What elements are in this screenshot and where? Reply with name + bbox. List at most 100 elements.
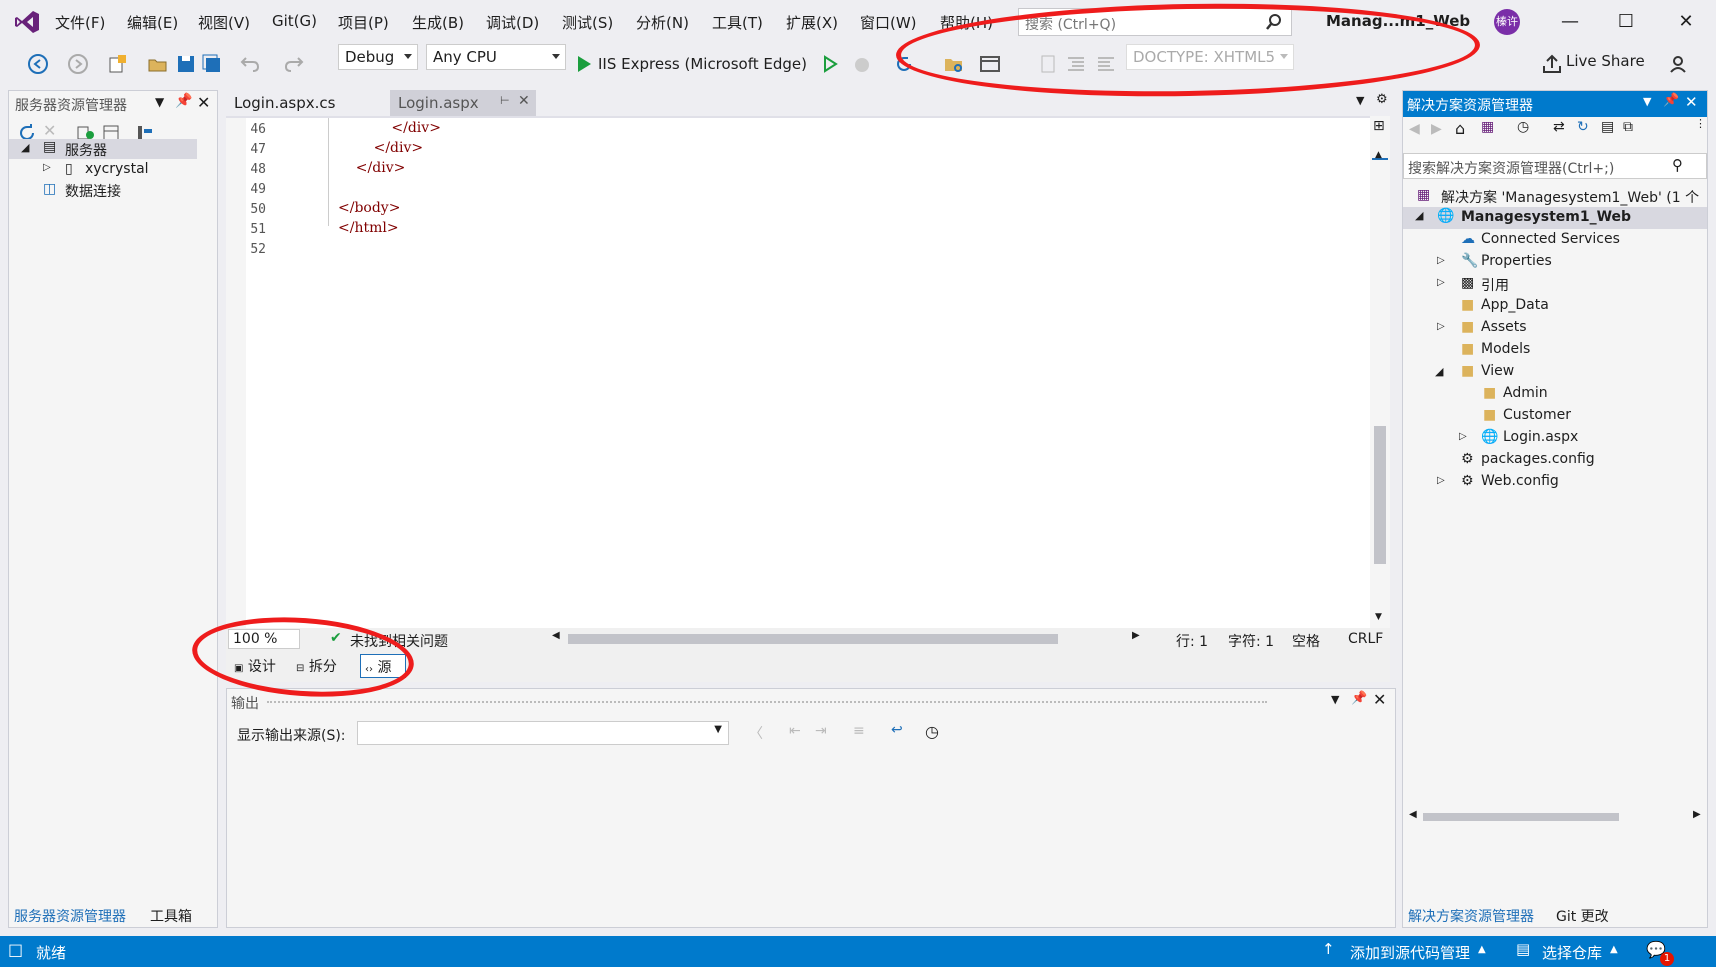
tree-item-assets[interactable]: Assets bbox=[1481, 319, 1527, 335]
tree-item-web-config[interactable]: Web.config bbox=[1481, 473, 1559, 489]
panel-menu-icon[interactable]: ▼ bbox=[1331, 693, 1339, 706]
menu-test[interactable]: 测试(S) bbox=[562, 12, 613, 33]
menu-build[interactable]: 生成(B) bbox=[412, 12, 464, 33]
tree-item-data-connections[interactable]: 数据连接 bbox=[65, 181, 121, 201]
menu-extensions[interactable]: 扩展(X) bbox=[786, 12, 838, 33]
browser-link-icon[interactable] bbox=[978, 52, 1002, 76]
play-icon[interactable] bbox=[572, 52, 596, 76]
close-panel-icon[interactable]: ✕ bbox=[1685, 93, 1698, 111]
menu-file[interactable]: 文件(F) bbox=[55, 12, 105, 33]
tab-git-changes[interactable]: Git 更改 bbox=[1556, 906, 1609, 926]
pin-icon[interactable]: 📌 bbox=[1351, 691, 1367, 706]
pin-icon[interactable]: 📌 bbox=[1663, 93, 1679, 108]
avatar[interactable]: 榛许 bbox=[1494, 9, 1520, 35]
whitespace-indicator[interactable]: 空格 bbox=[1292, 631, 1320, 651]
clock-icon[interactable]: ◷ bbox=[925, 722, 939, 741]
settings-gear-icon[interactable]: ⚙ bbox=[1376, 92, 1388, 107]
undo-icon[interactable] bbox=[238, 52, 262, 76]
live-share-button[interactable]: Live Share bbox=[1566, 52, 1645, 70]
tree-item-connected-services[interactable]: Connected Services bbox=[1481, 231, 1620, 247]
prev-message-icon[interactable]: ⇤ bbox=[789, 723, 801, 739]
menu-tools[interactable]: 工具(T) bbox=[712, 12, 763, 33]
tree-item-servers[interactable]: 服务器 bbox=[65, 140, 107, 160]
outdent-icon[interactable] bbox=[1094, 52, 1118, 76]
browse-folder-icon[interactable] bbox=[942, 52, 966, 76]
open-file-icon[interactable] bbox=[146, 52, 170, 76]
tab-toolbox[interactable]: 工具箱 bbox=[150, 906, 192, 926]
tree-item-admin[interactable]: Admin bbox=[1503, 385, 1548, 401]
design-view-tab[interactable]: ▣ 设计 bbox=[234, 656, 276, 676]
indent-icon[interactable] bbox=[1064, 52, 1088, 76]
refresh-browser-icon[interactable] bbox=[892, 52, 916, 76]
pending-changes-icon[interactable]: ◷ bbox=[1517, 119, 1529, 135]
tree-item-app-data[interactable]: App_Data bbox=[1481, 297, 1549, 313]
collapse-arrow-icon[interactable]: ▷ bbox=[1437, 277, 1445, 288]
tab-login-aspx[interactable]: Login.aspx ⊢ ✕ bbox=[390, 90, 536, 116]
next-message-icon[interactable]: ⇥ bbox=[815, 723, 827, 739]
format-doc-icon[interactable] bbox=[1036, 52, 1060, 76]
scroll-left-icon[interactable]: ◀ bbox=[1409, 809, 1417, 820]
tree-item-project[interactable]: Managesystem1_Web bbox=[1461, 209, 1631, 225]
close-window-button[interactable]: ✕ bbox=[1666, 8, 1706, 36]
forward-icon[interactable] bbox=[66, 52, 90, 76]
home-icon[interactable]: ⌂ bbox=[1455, 119, 1465, 138]
menu-git[interactable]: Git(G) bbox=[272, 12, 317, 30]
hot-reload-icon[interactable] bbox=[850, 52, 874, 76]
tree-item-machine[interactable]: xycrystal bbox=[85, 161, 149, 177]
save-all-icon[interactable] bbox=[200, 52, 224, 76]
close-panel-icon[interactable]: ✕ bbox=[1373, 690, 1386, 709]
collapse-arrow-icon[interactable]: ▷ bbox=[43, 162, 51, 173]
expand-arrow-icon[interactable]: ◢ bbox=[21, 141, 29, 154]
tree-item-properties[interactable]: Properties bbox=[1481, 253, 1552, 269]
panel-menu-icon[interactable]: ▼ bbox=[155, 95, 164, 109]
clear-all-icon[interactable]: ≡ bbox=[853, 723, 865, 739]
refresh-icon[interactable]: ↻ bbox=[1577, 119, 1589, 135]
scroll-down-icon[interactable]: ▼ bbox=[1375, 612, 1382, 622]
pin-tab-icon[interactable]: ⊢ bbox=[500, 94, 510, 107]
save-icon[interactable] bbox=[174, 52, 198, 76]
select-repo-button[interactable]: 选择仓库 bbox=[1542, 942, 1602, 963]
add-to-source-control-button[interactable]: 添加到源代码管理 bbox=[1350, 942, 1470, 963]
switch-views-icon[interactable]: ▦ bbox=[1481, 119, 1494, 135]
run-target-button[interactable]: IIS Express (Microsoft Edge) bbox=[598, 55, 807, 73]
back-icon[interactable] bbox=[26, 52, 50, 76]
line-ending-indicator[interactable]: CRLF bbox=[1348, 631, 1383, 647]
menu-debug[interactable]: 调试(D) bbox=[486, 12, 539, 33]
new-project-icon[interactable] bbox=[106, 52, 130, 76]
visual-studio-logo-icon[interactable] bbox=[14, 10, 40, 34]
horizontal-scroll-thumb[interactable] bbox=[568, 634, 1058, 644]
source-view-tab[interactable]: ‹› 源 bbox=[360, 654, 406, 678]
scroll-thumb[interactable] bbox=[1374, 426, 1386, 564]
collapse-arrow-icon[interactable]: ▷ bbox=[1437, 255, 1445, 266]
menu-edit[interactable]: 编辑(E) bbox=[127, 12, 178, 33]
tree-item-references[interactable]: 引用 bbox=[1481, 275, 1509, 295]
scroll-left-icon[interactable]: ◀ bbox=[552, 630, 560, 641]
collapse-arrow-icon[interactable]: ▷ bbox=[1437, 321, 1445, 332]
tree-item-solution[interactable]: 解决方案 'Managesystem1_Web' (1 个 bbox=[1441, 187, 1699, 207]
live-share-icon[interactable] bbox=[1540, 52, 1564, 76]
stop-icon[interactable]: ✕ bbox=[43, 121, 56, 140]
collapse-arrow-icon[interactable]: ▷ bbox=[1437, 475, 1445, 486]
split-editor-icon[interactable]: ⊞ bbox=[1373, 118, 1385, 134]
maximize-button[interactable]: ☐ bbox=[1606, 8, 1646, 36]
expand-arrow-icon[interactable]: ◢ bbox=[1435, 365, 1443, 378]
tree-item-login-aspx[interactable]: Login.aspx bbox=[1503, 429, 1578, 445]
scroll-right-icon[interactable]: ▶ bbox=[1132, 630, 1140, 641]
tree-item-customer[interactable]: Customer bbox=[1503, 407, 1571, 423]
panel-menu-icon[interactable]: ▼ bbox=[1643, 95, 1651, 108]
menu-project[interactable]: 项目(P) bbox=[338, 12, 389, 33]
solution-platform-dropdown[interactable]: Any CPU bbox=[426, 44, 566, 70]
output-source-dropdown[interactable]: ▼ bbox=[357, 721, 729, 745]
forward-icon[interactable]: ▶ bbox=[1431, 121, 1442, 137]
collapse-all-icon[interactable]: ▤ bbox=[1601, 119, 1614, 135]
back-icon[interactable]: ◀ bbox=[1409, 121, 1420, 137]
tab-login-aspx-cs[interactable]: Login.aspx.cs bbox=[226, 90, 372, 116]
menu-window[interactable]: 窗口(W) bbox=[860, 12, 917, 33]
menu-view[interactable]: 视图(V) bbox=[198, 12, 250, 33]
feedback-icon[interactable] bbox=[1668, 52, 1692, 76]
more-icon[interactable]: ⋮ bbox=[1695, 117, 1706, 130]
pin-icon[interactable]: 📌 bbox=[175, 93, 192, 109]
scroll-right-icon[interactable]: ▶ bbox=[1693, 809, 1701, 820]
horizontal-scroll-thumb[interactable] bbox=[1423, 813, 1619, 821]
show-all-files-icon[interactable]: ⧉ bbox=[1623, 119, 1633, 135]
